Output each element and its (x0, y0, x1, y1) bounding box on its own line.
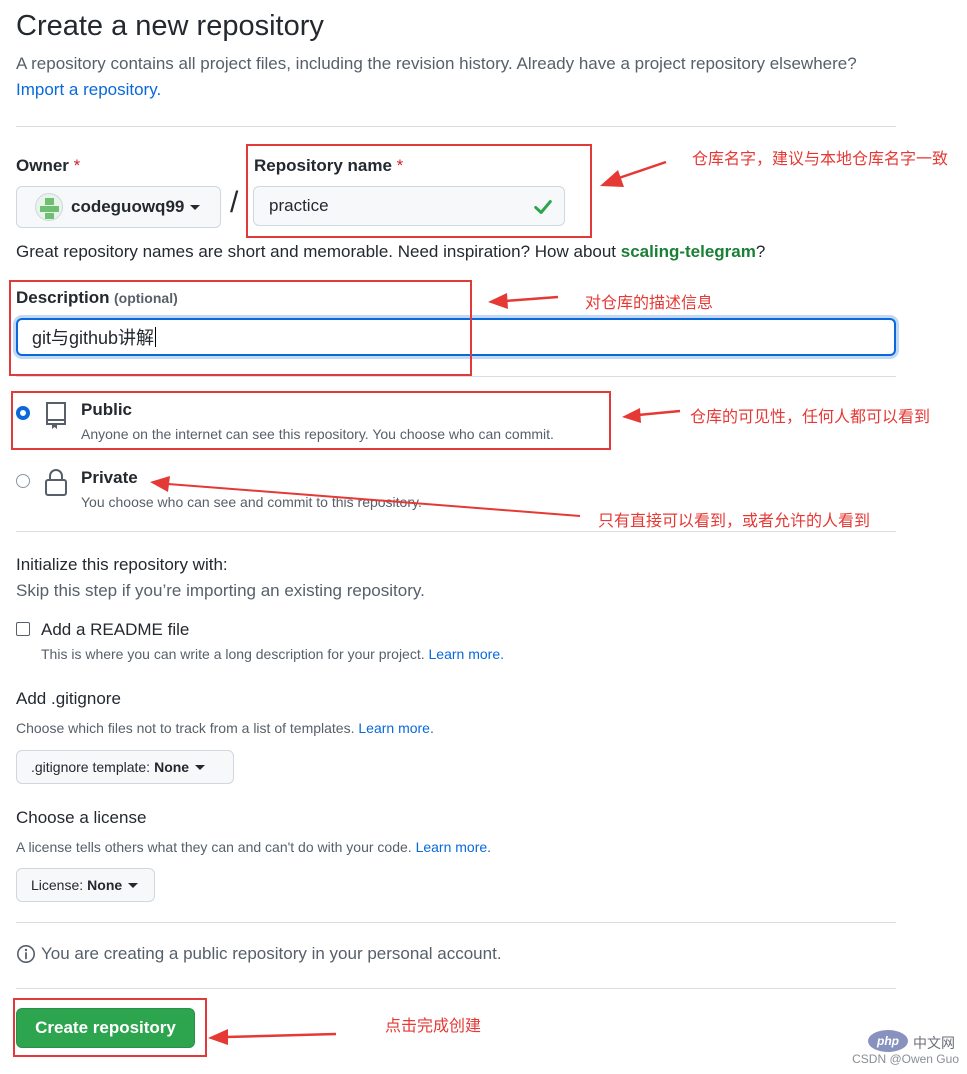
annotation-private: 只有直接可以看到，或者允许的人看到 (598, 513, 871, 530)
annotation-description: 对仓库的描述信息 (585, 295, 714, 312)
csdn-watermark: CSDN @Owen Guo (852, 1052, 959, 1066)
annotation-public: 仓库的可见性，任何人都可以看到 (690, 409, 931, 426)
annotation-repo-name-text: 仓库名字，建议与本地仓库名字一致 (692, 151, 949, 168)
annotation-repo-name: 仓库名字，建议与本地仓库名字一致 (692, 148, 950, 171)
annotation-create: 点击完成创建 (385, 1018, 482, 1035)
php-logo: php (868, 1030, 908, 1052)
php-cn-watermark: 中文网 (913, 1035, 955, 1051)
